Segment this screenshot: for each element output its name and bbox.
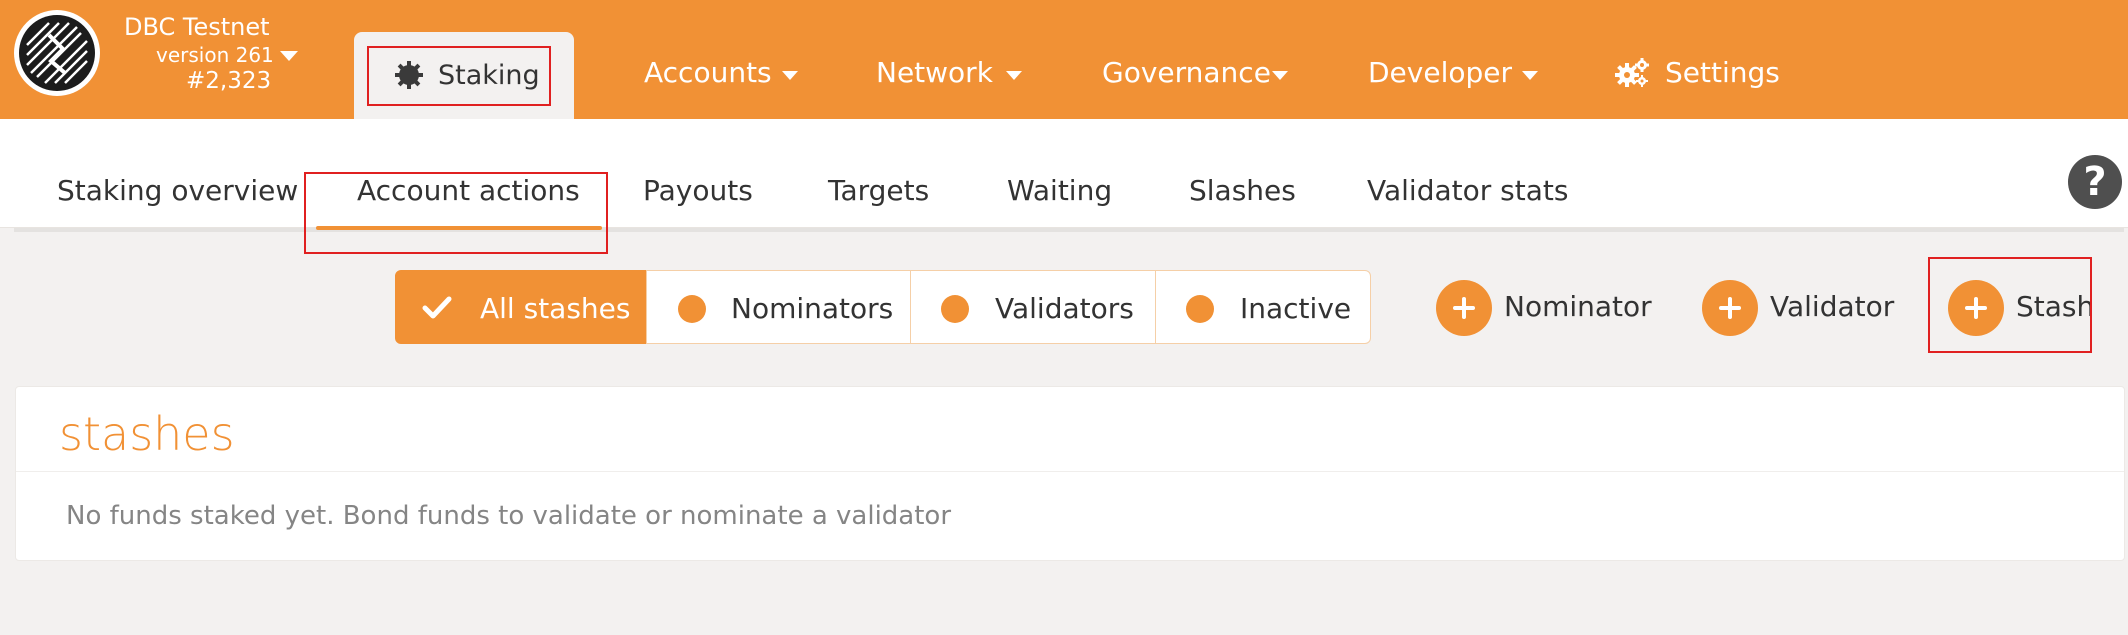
top-bar: DBC Testnet version 261 #2,323 Staking A… bbox=[0, 0, 2128, 119]
menu-staking[interactable]: Staking bbox=[354, 32, 574, 119]
governance-chevron-down-icon[interactable] bbox=[1272, 71, 1288, 80]
stash-highlight-box bbox=[1928, 257, 2092, 353]
add-validator-label: Validator bbox=[1770, 290, 1895, 323]
gears-icon[interactable] bbox=[1614, 57, 1650, 89]
network-chevron-down-icon[interactable] bbox=[1006, 71, 1022, 80]
plus-icon bbox=[1436, 280, 1492, 336]
dot-icon bbox=[941, 295, 969, 323]
check-icon bbox=[422, 296, 452, 319]
tab-slashes[interactable]: Slashes bbox=[1189, 174, 1296, 207]
tab-payouts[interactable]: Payouts bbox=[643, 174, 753, 207]
tab-validator-stats[interactable]: Validator stats bbox=[1367, 174, 1568, 207]
menu-settings[interactable]: Settings bbox=[1665, 56, 1780, 89]
menu-developer[interactable]: Developer bbox=[1368, 56, 1512, 89]
menu-accounts[interactable]: Accounts bbox=[644, 56, 772, 89]
filter-validators-label: Validators bbox=[995, 292, 1134, 325]
tab-staking-overview[interactable]: Staking overview bbox=[57, 174, 298, 207]
menu-network[interactable]: Network bbox=[876, 56, 993, 89]
add-nominator-label: Nominator bbox=[1504, 290, 1652, 323]
menu-governance[interactable]: Governance bbox=[1102, 56, 1271, 89]
empty-state-message: No funds staked yet. Bond funds to valid… bbox=[66, 501, 952, 531]
help-icon[interactable]: ? bbox=[2068, 155, 2122, 209]
plus-icon bbox=[1702, 280, 1758, 336]
staking-highlight-box bbox=[367, 46, 551, 106]
dbc-logo-icon[interactable] bbox=[14, 10, 100, 96]
chain-name[interactable]: DBC Testnet bbox=[124, 13, 270, 41]
filter-nominators-label: Nominators bbox=[731, 292, 894, 325]
tab-targets[interactable]: Targets bbox=[828, 174, 929, 207]
best-block-number: #2,323 bbox=[186, 68, 272, 94]
filter-inactive-label: Inactive bbox=[1240, 292, 1352, 325]
chain-version[interactable]: version 261 bbox=[156, 43, 274, 67]
filter-all-stashes[interactable]: All stashes bbox=[395, 270, 647, 344]
filter-nominators[interactable]: Nominators bbox=[646, 270, 911, 344]
account-actions-highlight-box bbox=[304, 172, 608, 254]
filter-all-stashes-label: All stashes bbox=[480, 292, 631, 325]
tab-waiting[interactable]: Waiting bbox=[1007, 174, 1112, 207]
dot-icon bbox=[1186, 295, 1214, 323]
filter-inactive[interactable]: Inactive bbox=[1155, 270, 1371, 344]
panel-divider bbox=[16, 471, 2124, 472]
panel-title: stashes bbox=[59, 407, 235, 461]
accounts-chevron-down-icon[interactable] bbox=[782, 71, 798, 80]
chain-selector-chevron-down-icon[interactable] bbox=[280, 51, 298, 61]
stashes-panel: stashes No funds staked yet. Bond funds … bbox=[15, 386, 2125, 561]
developer-chevron-down-icon[interactable] bbox=[1522, 71, 1538, 80]
filter-validators[interactable]: Validators bbox=[910, 270, 1156, 344]
dot-icon bbox=[678, 295, 706, 323]
